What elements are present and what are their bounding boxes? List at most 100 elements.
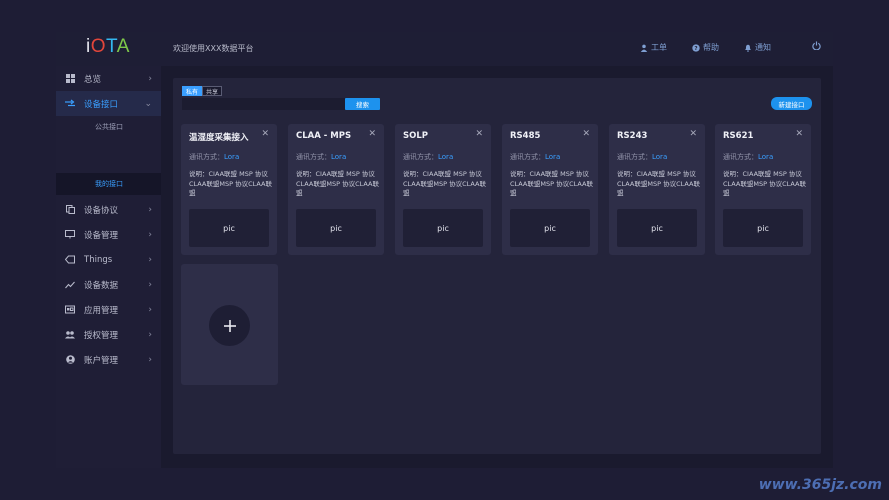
sidebar-item-account[interactable]: 账户管理 › [56, 347, 161, 372]
card-description: 说明：CIAA联盟 MSP 协议CLAA联盟MSP 协议CLAA联盟 [296, 170, 379, 197]
sidebar-item-label: 账户管理 [84, 355, 119, 366]
notice-label: 通知 [755, 43, 771, 52]
card-title: RS621 [723, 131, 754, 141]
comm-label: 通讯方式： [510, 153, 545, 161]
close-icon[interactable]: ✕ [368, 129, 376, 139]
sidebar-item-label: 授权管理 [84, 330, 119, 341]
close-icon[interactable]: ✕ [582, 129, 590, 139]
card-comm: 通讯方式：Lora [510, 152, 560, 162]
sidebar-item-device-management[interactable]: 设备管理 › [56, 222, 161, 247]
people-icon [65, 330, 75, 340]
app-window: iOTA 欢迎使用XXX数据平台 工单 ? 帮助 通知 总览 › 设备接口 ⌄ … [56, 32, 833, 468]
search-button[interactable]: 搜索 [345, 98, 380, 110]
interface-card[interactable]: RS485 ✕ 通讯方式：Lora 说明：CIAA联盟 MSP 协议CLAA联盟… [502, 124, 598, 255]
card-comm: 通讯方式：Lora [296, 152, 346, 162]
sidebar-item-label: 设备接口 [84, 99, 119, 110]
comm-value: Lora [438, 153, 454, 161]
welcome-text: 欢迎使用XXX数据平台 [173, 44, 254, 53]
comm-label: 通讯方式： [296, 153, 331, 161]
help-link[interactable]: ? 帮助 [692, 42, 719, 53]
sidebar-subitem-public-interface[interactable]: 公共接口 [56, 116, 161, 138]
chevron-right-icon: › [148, 304, 152, 315]
sidebar-item-label: 设备协议 [84, 205, 119, 216]
copy-icon [65, 205, 75, 215]
card-comm: 通讯方式：Lora [403, 152, 453, 162]
card-picture: pic [403, 209, 483, 247]
sidebar-sub-spacer [56, 138, 161, 173]
tab-shared[interactable]: 共享 [202, 86, 223, 96]
search-input[interactable] [182, 98, 345, 110]
new-interface-button[interactable]: 新建接口 [771, 97, 812, 110]
card-picture: pic [510, 209, 590, 247]
comm-label: 通讯方式： [617, 153, 652, 161]
help-icon: ? [692, 43, 700, 52]
svg-text:?: ? [694, 46, 697, 52]
interface-card[interactable]: SOLP ✕ 通讯方式：Lora 说明：CIAA联盟 MSP 协议CLAA联盟M… [395, 124, 491, 255]
sidebar-item-overview[interactable]: 总览 › [56, 66, 161, 91]
sidebar-item-app-management[interactable]: 应用管理 › [56, 297, 161, 322]
top-header: iOTA 欢迎使用XXX数据平台 工单 ? 帮助 通知 [56, 32, 833, 66]
card-title: 温湿度采集接入 [189, 133, 249, 143]
bell-icon [745, 44, 751, 52]
card-description: 说明：CIAA联盟 MSP 协议CLAA联盟MSP 协议CLAA联盟 [617, 170, 700, 197]
chevron-right-icon: › [148, 329, 152, 340]
ticket-label: 工单 [651, 43, 667, 52]
comm-value: Lora [331, 153, 347, 161]
card-comm: 通讯方式：Lora [189, 152, 239, 162]
comm-label: 通讯方式： [403, 153, 438, 161]
add-button[interactable] [209, 305, 250, 346]
user-icon [640, 44, 648, 52]
close-icon[interactable]: ✕ [689, 129, 697, 139]
card-description: 说明：CIAA联盟 MSP 协议CLAA联盟MSP 协议CLAA联盟 [510, 170, 593, 197]
interface-card[interactable]: 温湿度采集接入 ✕ 通讯方式：Lora 说明：CIAA联盟 MSP 协议CLAA… [181, 124, 277, 255]
notice-link[interactable]: 通知 [744, 42, 771, 53]
sidebar-item-things[interactable]: Things › [56, 247, 161, 272]
sidebar-item-device-protocol[interactable]: 设备协议 › [56, 197, 161, 222]
chevron-down-icon: ⌄ [144, 98, 152, 109]
interface-card[interactable]: CLAA - MPS ✕ 通讯方式：Lora 说明：CIAA联盟 MSP 协议C… [288, 124, 384, 255]
scope-tabs: 私有 共享 [182, 86, 223, 96]
logo-letter-o: O [90, 36, 107, 57]
card-comm: 通讯方式：Lora [723, 152, 773, 162]
interface-card[interactable]: RS621 ✕ 通讯方式：Lora 说明：CIAA联盟 MSP 协议CLAA联盟… [715, 124, 811, 255]
sidebar-item-label: 设备管理 [84, 230, 119, 241]
close-icon[interactable]: ✕ [261, 129, 269, 139]
sidebar-item-device-interface[interactable]: 设备接口 ⌄ [56, 91, 161, 116]
sidebar-item-authorization[interactable]: 授权管理 › [56, 322, 161, 347]
chevron-right-icon: › [148, 254, 152, 265]
logo-letter-t: T [106, 36, 117, 57]
sidebar-item-label: 设备数据 [84, 280, 119, 291]
add-interface-card[interactable] [181, 264, 278, 385]
card-title: RS485 [510, 131, 541, 141]
close-icon[interactable]: ✕ [475, 129, 483, 139]
sidebar: 总览 › 设备接口 ⌄ 公共接口 我的接口 设备协议 › 设备管理 › Thin… [56, 66, 161, 468]
comm-value: Lora [224, 153, 240, 161]
ticket-link[interactable]: 工单 [640, 42, 667, 53]
help-label: 帮助 [703, 43, 719, 52]
plus-icon [223, 319, 236, 332]
tab-private[interactable]: 私有 [182, 86, 203, 96]
comm-value: Lora [652, 153, 668, 161]
chevron-right-icon: › [148, 229, 152, 240]
sidebar-item-device-data[interactable]: 设备数据 › [56, 272, 161, 297]
card-description: 说明：CIAA联盟 MSP 协议CLAA联盟MSP 协议CLAA联盟 [723, 170, 806, 197]
interface-card[interactable]: RS243 ✕ 通讯方式：Lora 说明：CIAA联盟 MSP 协议CLAA联盟… [609, 124, 705, 255]
card-title: RS243 [617, 131, 648, 141]
interface-icon [65, 99, 75, 109]
monitor-icon [65, 230, 75, 240]
comm-label: 通讯方式： [723, 153, 758, 161]
comm-value: Lora [545, 153, 561, 161]
chevron-right-icon: › [148, 204, 152, 215]
card-description: 说明：CIAA联盟 MSP 协议CLAA联盟MSP 协议CLAA联盟 [189, 170, 272, 197]
comm-label: 通讯方式： [189, 153, 224, 161]
chevron-right-icon: › [148, 354, 152, 365]
card-picture: pic [723, 209, 803, 247]
power-icon[interactable] [812, 41, 821, 50]
sidebar-item-label: 总览 [84, 74, 102, 85]
card-comm: 通讯方式：Lora [617, 152, 667, 162]
sidebar-subitem-my-interface[interactable]: 我的接口 [56, 173, 161, 195]
sidebar-item-label: Things [84, 254, 113, 265]
card-description: 说明：CIAA联盟 MSP 协议CLAA联盟MSP 协议CLAA联盟 [403, 170, 486, 197]
tag-icon [65, 255, 75, 265]
close-icon[interactable]: ✕ [795, 129, 803, 139]
